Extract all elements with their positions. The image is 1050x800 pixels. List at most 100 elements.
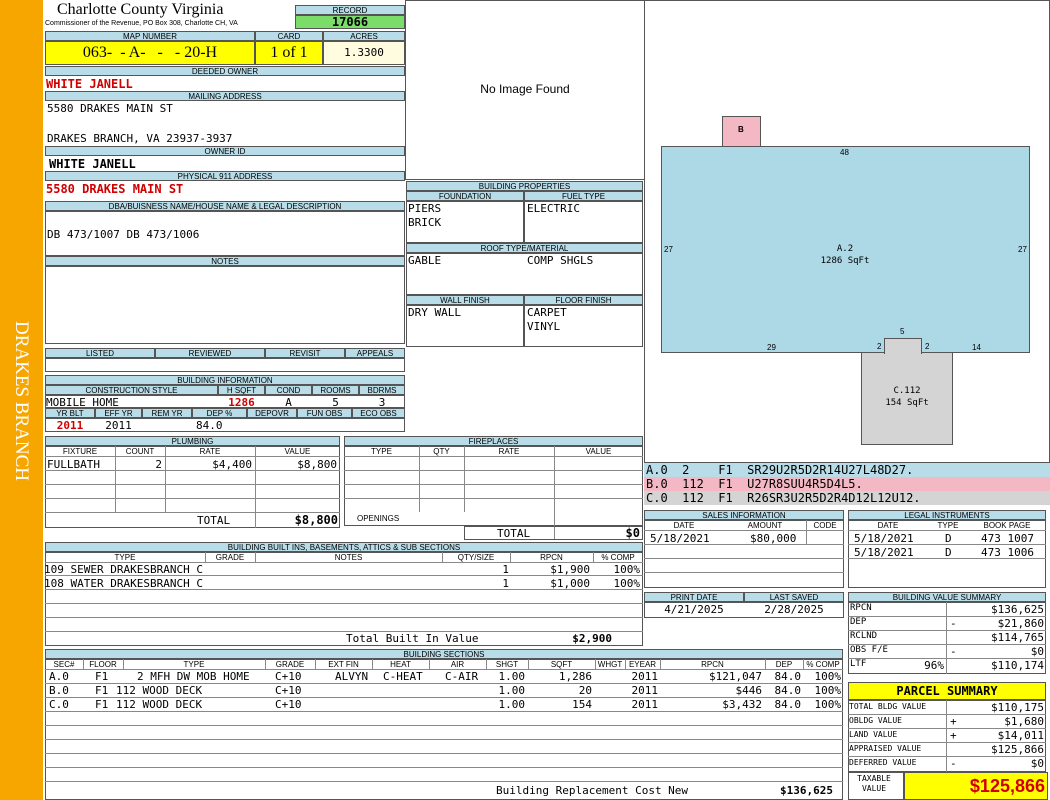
mailing-address-label: MAILING ADDRESS: [45, 91, 405, 101]
sketch-bottom-right-dim: 14: [972, 343, 981, 352]
acres-value: 1.3300: [323, 41, 405, 65]
vs-pct-ltf: 96%: [924, 659, 944, 672]
section-c-sqft: 154: [572, 698, 592, 711]
section-b-eyear: 2011: [631, 684, 659, 697]
fireplace-col-rule: [464, 446, 465, 512]
sales-rule: [644, 558, 844, 559]
builtins-type-1: 109 SEWER DRAKESBRANCH C: [44, 563, 203, 576]
sections-col-rule: [528, 659, 529, 669]
floor-finish-line1: CARPET: [527, 306, 567, 319]
plumbing-rate: $4,400: [212, 458, 252, 471]
builtins-rpcn-1: $1,900: [550, 563, 590, 576]
builtins-rule: [45, 603, 643, 604]
taxable-label: TAXABLE VALUE: [857, 774, 891, 793]
sketch-b-label: B: [738, 125, 744, 134]
sections-col-rule: [315, 659, 316, 669]
sections-col-rule: [625, 659, 626, 669]
builtins-rpcn-2: $1,000: [550, 577, 590, 590]
notes-box: [45, 266, 405, 344]
section-b-sqft: 20: [578, 684, 592, 697]
plumbing-label: PLUMBING: [45, 436, 340, 446]
sections-col-rule: [486, 659, 487, 669]
vs-value-ltf: $110,174: [991, 659, 1044, 672]
sketch-bottom-left-dim: 29: [767, 343, 776, 352]
sketch-a-area: 1286 SqFt: [820, 256, 870, 266]
physical-address: 5580 DRAKES MAIN ST: [46, 182, 184, 196]
sec-col: SEC#: [53, 660, 75, 669]
builtins-col-rule: [593, 552, 594, 562]
builtins-col-rule: [510, 552, 511, 562]
section-b-comp: 100%: [814, 684, 842, 697]
county-subtitle: Commissioner of the Revenue, PO Box 308,…: [45, 20, 238, 27]
fireplace-rule: [344, 498, 643, 499]
sales-date: 5/18/2021: [650, 532, 710, 545]
plumbing-total: $8,800: [294, 513, 338, 527]
legal-instruments-label: LEGAL INSTRUMENTS: [848, 510, 1046, 520]
section-c-rpcn: $3,432: [722, 698, 762, 711]
construction-style-label: CONSTRUCTION STYLE: [45, 385, 218, 395]
builtins-col-rule: [442, 552, 443, 562]
parcel-summary-label: PARCEL SUMMARY: [848, 682, 1046, 700]
section-b-type: 112 WOOD DECK: [116, 684, 203, 697]
dep-label: DEP %: [192, 408, 247, 418]
ps-label-deferred: DEFERRED VALUE: [849, 758, 917, 767]
vs-value-rclnd: $114,765: [991, 631, 1044, 644]
legal-description-label: DBA/BUISNESS NAME/HOUSE NAME & LEGAL DES…: [45, 201, 405, 211]
builtins-col-rule: [255, 552, 256, 562]
section-a-air: C-AIR: [445, 670, 479, 683]
comp-col: % COMP: [806, 660, 840, 669]
legal-date-2: 5/18/2021: [854, 546, 914, 559]
fireplace-col-rule: [419, 446, 420, 512]
section-b-sec: B.0: [49, 684, 69, 697]
status-row: [45, 358, 405, 372]
ps-label-land: LAND VALUE: [849, 730, 898, 739]
dep-value: 84.0: [196, 419, 223, 432]
fuel-type-label: FUEL TYPE: [524, 191, 643, 201]
fireplace-total: $0: [625, 526, 640, 540]
section-b-dep: 84.0: [774, 684, 802, 697]
taxable-value: $125,866: [904, 772, 1048, 800]
sketch-c-area: 154 SqFt: [885, 398, 929, 408]
plumbing-col-rule: [165, 446, 166, 512]
side-label: DRAKES BRANCH: [11, 321, 32, 481]
fireplace-total-label: TOTAL: [497, 527, 531, 540]
wall-finish: DRY WALL: [408, 306, 461, 319]
builtins-rule: [45, 617, 643, 618]
print-date: 4/21/2025: [664, 603, 724, 616]
reviewed-label: REVIEWED: [155, 348, 265, 358]
section-c-floor: F1: [95, 698, 109, 711]
legal-rule: [848, 530, 1046, 531]
section-a-shgt: 1.00: [498, 670, 526, 683]
sections-col-rule: [595, 659, 596, 669]
ps-label-appraised: APPRAISED VALUE: [849, 744, 922, 753]
record-label: RECORD: [295, 5, 405, 15]
builtins-label: BUILDING BUILT INS, BASEMENTS, ATTICS & …: [45, 542, 643, 552]
builtins-total-label: Total Built In Value: [346, 632, 479, 645]
whgt-col: WHGT: [597, 660, 623, 669]
sections-rule: [45, 753, 843, 754]
eyear-col: EYEAR: [628, 660, 657, 669]
vs-label-dep: DEP: [850, 617, 867, 627]
builtins-comp-1: 100%: [613, 563, 641, 576]
ps-label-obldg: OBLDG VALUE: [849, 716, 902, 725]
plumbing-total-label: TOTAL: [197, 514, 231, 527]
vs-value-rpcn: $136,625: [991, 603, 1044, 616]
effyr-label: EFF YR: [95, 408, 142, 418]
owner-id: WHITE JANELL: [49, 157, 136, 171]
section-b-rpcn: $446: [735, 684, 763, 697]
sections-col-rule: [265, 659, 266, 669]
roof-type: GABLE: [408, 254, 442, 267]
sections-rule: [45, 781, 843, 782]
section-a-ext: ALVYN: [335, 670, 369, 683]
fireplace-rule: [344, 470, 643, 471]
deeded-owner: WHITE JANELL: [46, 77, 133, 91]
section-a-grade: C+10: [275, 670, 302, 683]
roof-label: ROOF TYPE/MATERIAL: [406, 243, 643, 253]
mailing-line2: DRAKES BRANCH, VA 23937-3937: [47, 132, 233, 145]
map-number-label: MAP NUMBER: [45, 31, 255, 41]
sketch-code-c: C.0 112 F1 R26SR3U2R5D2R4D12L12U12.: [644, 491, 1050, 505]
card-value: 1 of 1: [255, 41, 323, 65]
extfin-col: EXT FIN: [328, 660, 359, 669]
sketch-notch-left: 2: [877, 342, 882, 351]
builtins-comp-2: 100%: [613, 577, 641, 590]
